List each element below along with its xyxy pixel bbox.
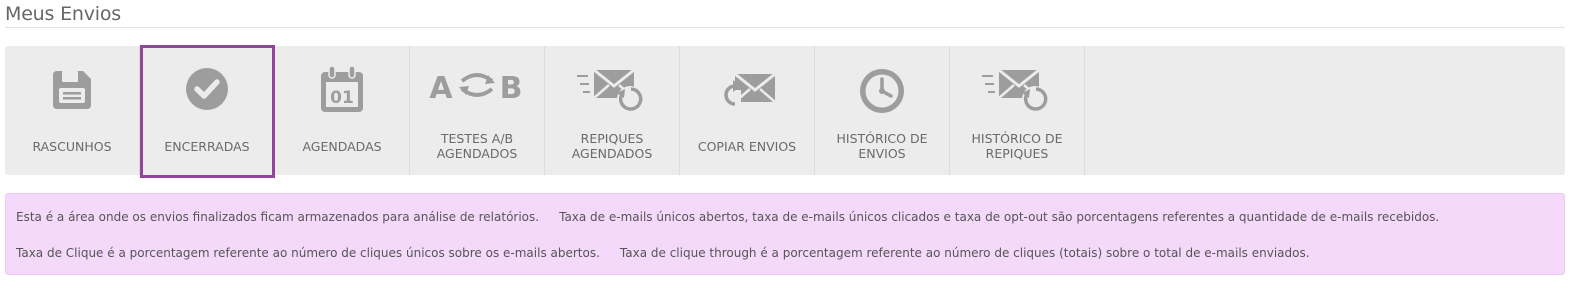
tab-agendadas[interactable]: 01 AGENDADAS xyxy=(275,46,410,175)
ab-letter-b: B xyxy=(500,71,523,105)
mailing-toolbar: RASCUNHOS ENCERRADAS 01 AGENDADAS A B TE… xyxy=(5,45,1565,178)
envelope-repeat-icon xyxy=(950,65,1084,115)
tab-copiar-envios[interactable]: COPIAR ENVIOS xyxy=(680,46,815,175)
tab-encerradas[interactable]: ENCERRADAS xyxy=(140,45,275,178)
info-line: Taxa de Clique é a porcentagem referente… xyxy=(16,246,1310,260)
tab-rascunhos[interactable]: RASCUNHOS xyxy=(5,46,140,175)
page-title: Meus Envios xyxy=(5,3,121,25)
tab-testes-ab[interactable]: A B TESTES A/B AGENDADOS xyxy=(410,46,545,175)
clock-icon xyxy=(815,66,949,116)
check-circle-icon xyxy=(140,64,274,114)
tab-historico-envios[interactable]: HISTÓRICO DE ENVIOS xyxy=(815,46,950,175)
tab-label: HISTÓRICO DE REPIQUES xyxy=(971,131,1063,161)
info-panel: Esta é a área onde os envios finalizados… xyxy=(5,193,1565,275)
tab-label: RASCUNHOS xyxy=(32,138,112,154)
tab-label: HISTÓRICO DE ENVIOS xyxy=(836,131,928,161)
calendar-icon: 01 xyxy=(275,65,409,115)
ab-letter-a: A xyxy=(429,71,453,105)
title-divider xyxy=(5,27,1565,28)
tab-label: ENCERRADAS xyxy=(164,138,250,154)
envelope-copy-icon xyxy=(680,65,814,115)
info-line: Esta é a área onde os envios finalizados… xyxy=(16,210,1439,224)
tab-repiques-agendados[interactable]: REPIQUES AGENDADOS xyxy=(545,46,680,175)
info-text: Esta é a área onde os envios finalizados… xyxy=(16,210,540,224)
floppy-disk-icon xyxy=(5,65,139,115)
info-text: Taxa de e-mails únicos abertos, taxa de … xyxy=(559,210,1440,224)
info-text: Taxa de clique through é a porcentagem r… xyxy=(619,246,1310,260)
tab-label: AGENDADAS xyxy=(302,138,382,154)
tab-label: TESTES A/B AGENDADOS xyxy=(436,131,518,161)
envelope-repeat-icon xyxy=(545,65,679,115)
calendar-day-text: 01 xyxy=(330,88,354,108)
info-text: Taxa de Clique é a porcentagem referente… xyxy=(16,246,600,260)
tab-historico-repiques[interactable]: HISTÓRICO DE REPIQUES xyxy=(950,46,1085,175)
tab-label: COPIAR ENVIOS xyxy=(697,138,797,154)
tab-label: REPIQUES AGENDADOS xyxy=(571,131,653,161)
ab-test-icon: A B xyxy=(410,60,544,110)
